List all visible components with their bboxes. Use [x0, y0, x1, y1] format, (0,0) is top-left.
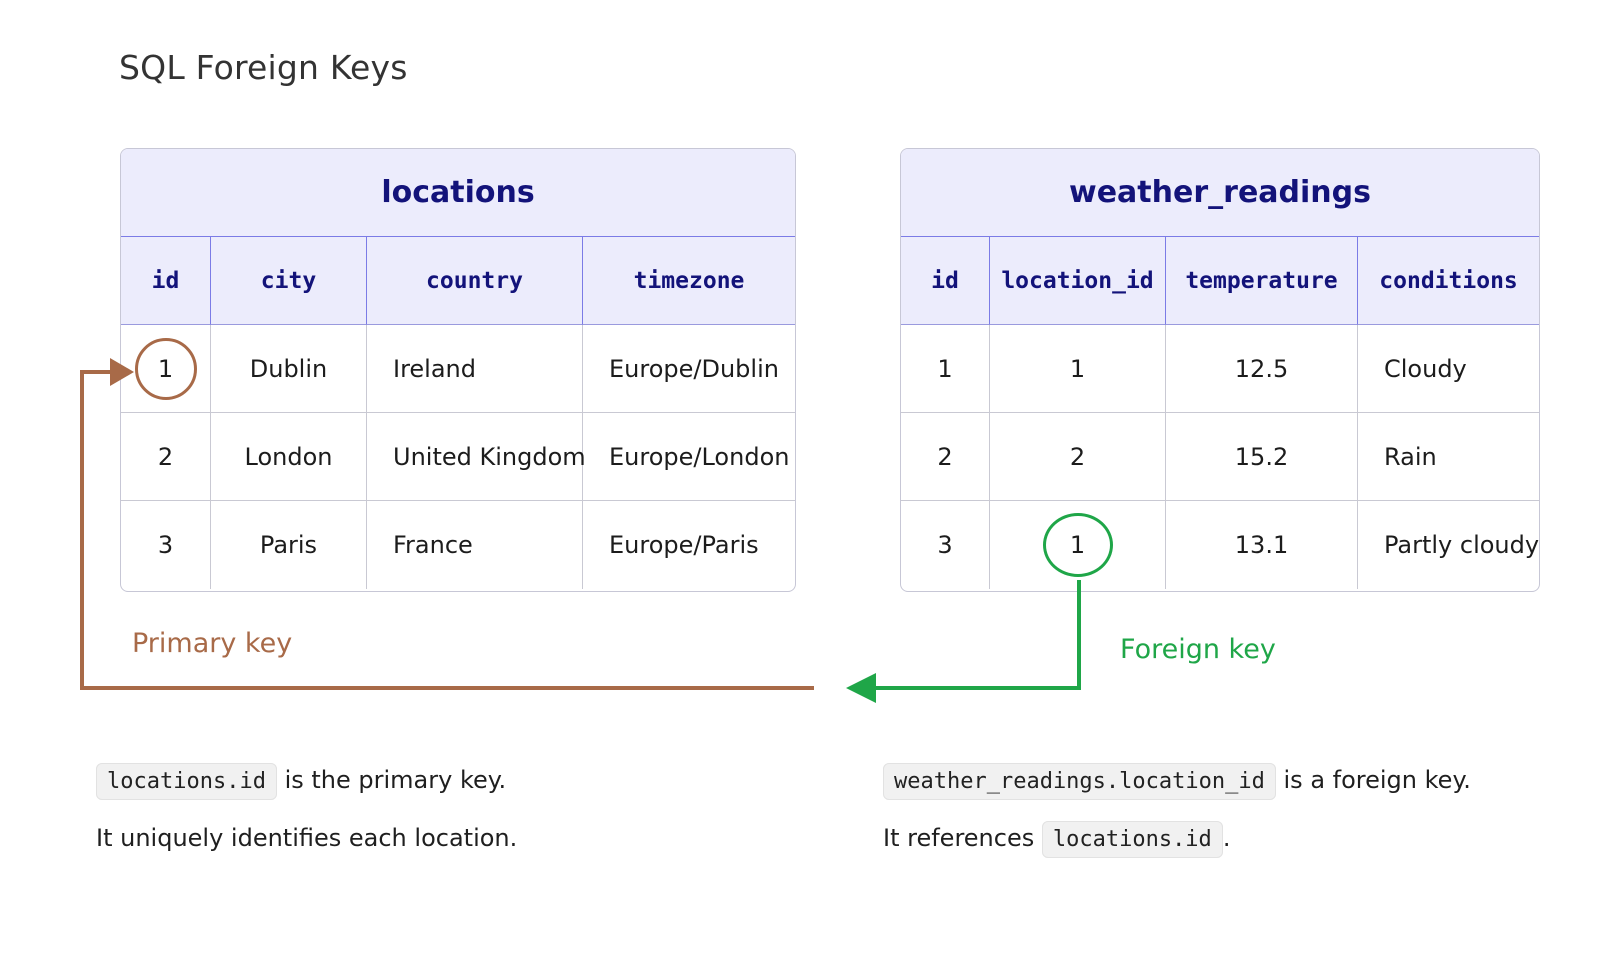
locations-table-title: locations: [121, 149, 795, 237]
column-header-id: id: [121, 237, 211, 325]
foreign-key-arrowhead: [846, 673, 876, 703]
table-cell: 12.5: [1166, 325, 1358, 413]
column-header-id: id: [901, 237, 990, 325]
weather-readings-table-title: weather_readings: [901, 149, 1539, 237]
weather-readings-grid: id location_id temperature conditions 1 …: [901, 237, 1539, 589]
table-cell: Europe/Dublin: [583, 325, 795, 413]
table-cell: 3: [121, 501, 211, 589]
table-cell: 13.1: [1166, 501, 1358, 589]
note-text: is the primary key.: [284, 766, 507, 794]
table-cell: 1: [901, 325, 990, 413]
column-header-location-id: location_id: [990, 237, 1166, 325]
note-right-line1: weather_readings.location_id is a foreig…: [883, 763, 1471, 800]
column-header-conditions: conditions: [1358, 237, 1539, 325]
table-cell: United Kingdom: [367, 413, 586, 501]
note-left-line2: It uniquely identifies each location.: [96, 824, 518, 852]
table-cell: 2: [901, 413, 990, 501]
table-cell: 3: [901, 501, 990, 589]
locations-table: locations id city country timezone 1 Dub…: [120, 148, 796, 592]
column-header-temperature: temperature: [1166, 237, 1358, 325]
table-cell: London: [211, 413, 367, 501]
code-snippet: locations.id: [96, 763, 277, 800]
note-text: It references: [883, 824, 1035, 852]
column-header-city: city: [211, 237, 367, 325]
table-cell: 1: [1069, 531, 1086, 559]
note-left-line1: locations.id is the primary key.: [96, 763, 507, 800]
table-cell: 1: [990, 325, 1166, 413]
foreign-key-connector: [868, 580, 1081, 690]
table-cell: Paris: [211, 501, 367, 589]
note-text: is a foreign key.: [1283, 766, 1471, 794]
code-snippet: locations.id: [1041, 821, 1223, 858]
table-cell: Europe/Paris: [609, 531, 759, 559]
note-text: .: [1222, 824, 1231, 852]
table-cell: Ireland: [367, 325, 583, 413]
note-right-line2: It references locations.id.: [883, 821, 1231, 858]
foreign-key-cell: 1: [990, 501, 1166, 589]
locations-grid: id city country timezone 1 Dublin Irelan…: [121, 237, 795, 589]
table-cell: Cloudy: [1358, 325, 1539, 413]
table-cell: Partly cloudy: [1384, 531, 1540, 559]
page-title: SQL Foreign Keys: [119, 48, 408, 87]
foreign-key-label: Foreign key: [1120, 634, 1276, 665]
table-cell: Dublin: [211, 325, 367, 413]
column-header-country: country: [367, 237, 583, 325]
table-cell: 2: [121, 413, 211, 501]
primary-key-cell: 1: [121, 325, 211, 413]
table-cell: France: [367, 501, 583, 589]
primary-key-label: Primary key: [132, 628, 293, 659]
table-cell: 1: [157, 354, 174, 383]
code-snippet: weather_readings.location_id: [883, 763, 1276, 800]
table-cell: 2: [990, 413, 1166, 501]
table-cell: 15.2: [1166, 413, 1358, 501]
column-header-timezone: timezone: [583, 237, 795, 325]
table-cell: Rain: [1358, 413, 1539, 501]
table-cell: Europe/London: [583, 413, 795, 501]
weather-readings-table: weather_readings id location_id temperat…: [900, 148, 1540, 592]
